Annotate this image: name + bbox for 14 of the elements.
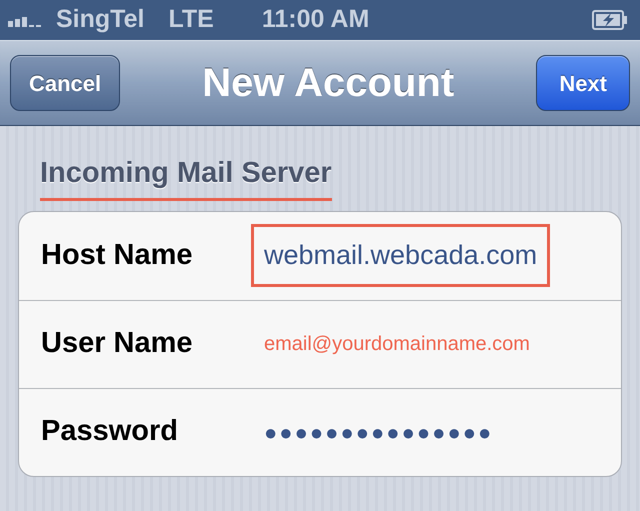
next-button[interactable]: Next (536, 55, 630, 111)
field-label: Host Name (41, 238, 194, 273)
cancel-button[interactable]: Cancel (10, 55, 120, 111)
screen-title: New Account (202, 60, 454, 107)
network-type: LTE (168, 4, 214, 36)
text-field[interactable]: webmail.webcada.com (251, 224, 550, 287)
field-label: Password (41, 414, 179, 450)
carrier-name: SingTel (56, 4, 144, 36)
password-field[interactable]: ●●●●●●●●●●●●●●● (251, 404, 506, 460)
battery-charging-icon (592, 10, 628, 30)
clock-time: 11:00 AM (262, 4, 370, 36)
section-header: Incoming Mail Server (40, 152, 332, 200)
text-field[interactable]: email@yourdomainname.com (251, 318, 543, 370)
field-label: User Name (41, 326, 194, 362)
